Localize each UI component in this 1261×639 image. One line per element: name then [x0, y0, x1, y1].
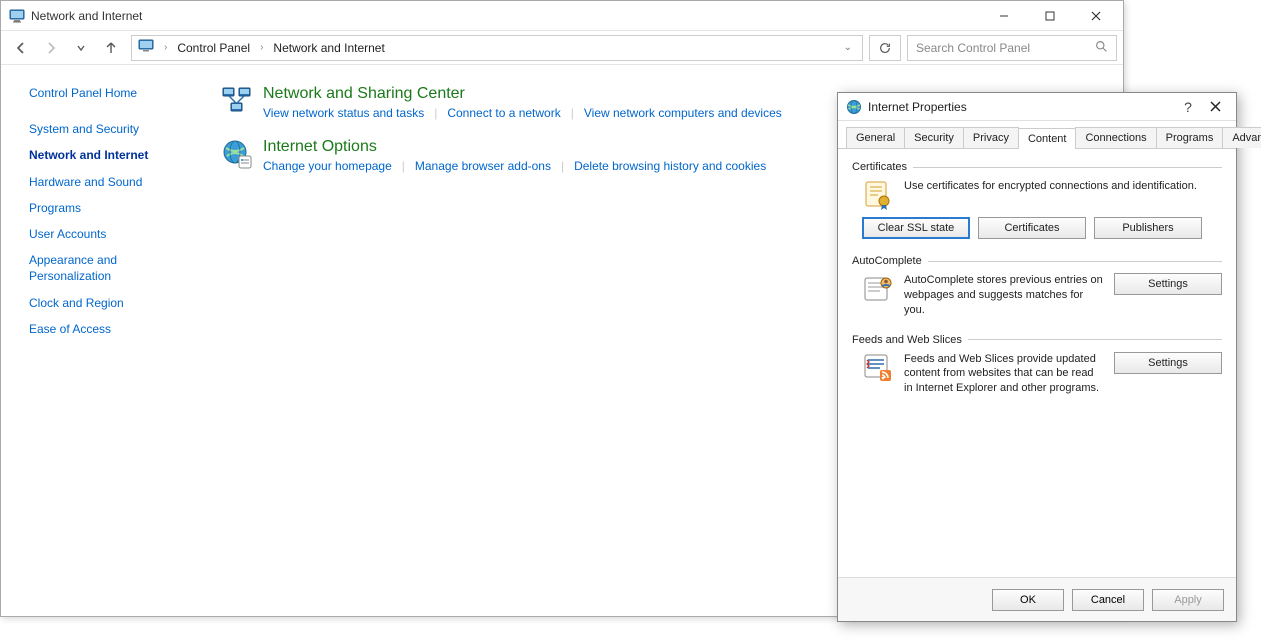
tab-security[interactable]: Security	[904, 127, 964, 148]
group-certificates: Certificates Use certificates for encryp…	[852, 161, 1222, 239]
group-title: Certificates	[852, 161, 907, 173]
sidebar-item-programs[interactable]: Programs	[29, 200, 201, 216]
search-input[interactable]	[916, 41, 1095, 55]
tab-content[interactable]: Content	[1018, 128, 1077, 149]
minimize-button[interactable]	[981, 2, 1027, 30]
group-description: Feeds and Web Slices provide updated con…	[904, 352, 1104, 397]
address-bar[interactable]: › Control Panel › Network and Internet ⌄	[131, 35, 863, 61]
feeds-icon	[862, 352, 894, 384]
help-button[interactable]: ?	[1176, 99, 1200, 115]
group-title: Feeds and Web Slices	[852, 334, 962, 346]
category-title[interactable]: Network and Sharing Center	[263, 85, 782, 103]
sidebar-item-home[interactable]: Control Panel Home	[29, 85, 201, 101]
sidebar-item-appearance[interactable]: Appearance and Personalization	[29, 252, 169, 284]
tab-programs[interactable]: Programs	[1156, 127, 1224, 148]
up-button[interactable]	[97, 34, 125, 62]
breadcrumb-current[interactable]: Network and Internet	[273, 41, 384, 55]
clear-ssl-button[interactable]: Clear SSL state	[862, 217, 970, 239]
feeds-settings-button[interactable]: Settings	[1114, 352, 1222, 374]
sidebar-item-ease[interactable]: Ease of Access	[29, 321, 201, 337]
group-autocomplete: AutoComplete AutoComplete stores previ	[852, 255, 1222, 318]
sidebar-item-network[interactable]: Network and Internet	[29, 147, 201, 163]
refresh-button[interactable]	[869, 35, 901, 61]
tab-general[interactable]: General	[846, 127, 905, 148]
link-view-status[interactable]: View network status and tasks	[263, 106, 424, 120]
chevron-right-icon[interactable]: ›	[160, 42, 171, 53]
dialog-title: Internet Properties	[868, 100, 967, 114]
cancel-button[interactable]: Cancel	[1072, 589, 1144, 611]
dialog-footer: OK Cancel Apply	[838, 577, 1236, 621]
chevron-down-icon[interactable]: ⌄	[840, 42, 856, 53]
group-title: AutoComplete	[852, 255, 922, 267]
dialog-content: Certificates Use certificates for encryp…	[838, 149, 1236, 595]
back-button[interactable]	[7, 34, 35, 62]
certificates-button[interactable]: Certificates	[978, 217, 1086, 239]
ok-button[interactable]: OK	[992, 589, 1064, 611]
sidebar-item-users[interactable]: User Accounts	[29, 226, 201, 242]
tab-advanced[interactable]: Advanced	[1222, 127, 1261, 148]
certificate-icon	[862, 179, 894, 211]
link-homepage[interactable]: Change your homepage	[263, 159, 392, 173]
breadcrumb-root[interactable]: Control Panel	[177, 41, 250, 55]
search-icon[interactable]	[1095, 40, 1108, 56]
maximize-button[interactable]	[1027, 2, 1073, 30]
link-connect-network[interactable]: Connect to a network	[447, 106, 560, 120]
sidebar-item-system[interactable]: System and Security	[29, 121, 201, 137]
tab-strip: General Security Privacy Content Connect…	[838, 121, 1236, 149]
link-view-computers[interactable]: View network computers and devices	[584, 106, 782, 120]
network-sharing-icon	[221, 85, 253, 117]
link-addons[interactable]: Manage browser add-ons	[415, 159, 551, 173]
tab-connections[interactable]: Connections	[1075, 127, 1156, 148]
globe-icon	[846, 99, 862, 115]
category-title[interactable]: Internet Options	[263, 138, 766, 156]
tab-privacy[interactable]: Privacy	[963, 127, 1019, 148]
group-description: AutoComplete stores previous entries on …	[904, 273, 1104, 318]
recent-locations-button[interactable]	[67, 34, 95, 62]
publishers-button[interactable]: Publishers	[1094, 217, 1202, 239]
monitor-icon	[138, 38, 154, 57]
window-titlebar[interactable]: Network and Internet	[1, 1, 1123, 31]
window-title: Network and Internet	[31, 9, 142, 23]
group-feeds: Feeds and Web Slices	[852, 334, 1222, 397]
autocomplete-settings-button[interactable]: Settings	[1114, 273, 1222, 295]
internet-properties-dialog: Internet Properties ? General Security P…	[837, 92, 1237, 622]
internet-options-icon	[221, 138, 253, 170]
monitor-icon	[9, 8, 25, 24]
dialog-close-button[interactable]	[1200, 97, 1230, 117]
sidebar-item-clock[interactable]: Clock and Region	[29, 295, 201, 311]
apply-button[interactable]: Apply	[1152, 589, 1224, 611]
search-box[interactable]	[907, 35, 1117, 61]
navigation-bar: › Control Panel › Network and Internet ⌄	[1, 31, 1123, 65]
autocomplete-icon	[862, 273, 894, 305]
sidebar: Control Panel Home System and Security N…	[1, 65, 201, 616]
dialog-titlebar[interactable]: Internet Properties ?	[838, 93, 1236, 121]
link-delete-history[interactable]: Delete browsing history and cookies	[574, 159, 766, 173]
forward-button[interactable]	[37, 34, 65, 62]
sidebar-item-hardware[interactable]: Hardware and Sound	[29, 174, 201, 190]
chevron-right-icon[interactable]: ›	[256, 42, 267, 53]
group-description: Use certificates for encrypted connectio…	[904, 179, 1222, 194]
close-button[interactable]	[1073, 2, 1119, 30]
